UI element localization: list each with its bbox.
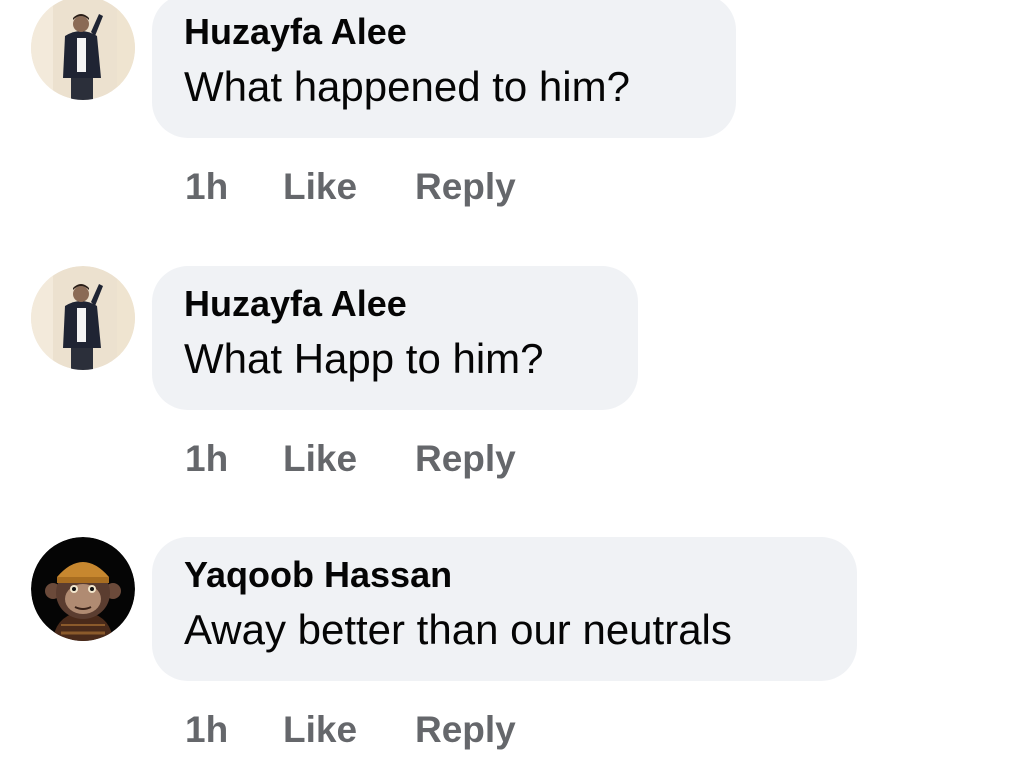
comment-timestamp[interactable]: 1h bbox=[185, 438, 283, 480]
comment-bubble: Yaqoob Hassan Away better than our neutr… bbox=[152, 537, 857, 681]
reply-button[interactable]: Reply bbox=[415, 438, 516, 480]
avatar[interactable] bbox=[31, 266, 135, 370]
reply-button[interactable]: Reply bbox=[415, 709, 516, 751]
comment-text: What Happ to him? bbox=[184, 335, 544, 382]
comment-actions: 1h Like Reply bbox=[185, 707, 516, 753]
avatar[interactable] bbox=[31, 537, 135, 641]
like-button[interactable]: Like bbox=[283, 166, 415, 208]
comment-bubble: Huzayfa Alee What Happ to him? bbox=[152, 266, 638, 410]
comment-author[interactable]: Huzayfa Alee bbox=[184, 10, 704, 54]
profile-photo-man-standing-icon bbox=[31, 266, 135, 370]
comment-bubble: Huzayfa Alee What happened to him? bbox=[152, 0, 736, 138]
comment-author[interactable]: Huzayfa Alee bbox=[184, 282, 606, 326]
comment-author[interactable]: Yaqoob Hassan bbox=[184, 553, 825, 597]
comment-actions: 1h Like Reply bbox=[185, 164, 516, 210]
comment-timestamp[interactable]: 1h bbox=[185, 709, 283, 751]
comment-text: Away better than our neutrals bbox=[184, 606, 732, 653]
profile-photo-ape-nft-icon bbox=[31, 537, 135, 641]
comment-timestamp[interactable]: 1h bbox=[185, 166, 283, 208]
like-button[interactable]: Like bbox=[283, 709, 415, 751]
comment-text: What happened to him? bbox=[184, 63, 630, 110]
avatar[interactable] bbox=[31, 0, 135, 100]
like-button[interactable]: Like bbox=[283, 438, 415, 480]
comment-actions: 1h Like Reply bbox=[185, 436, 516, 482]
reply-button[interactable]: Reply bbox=[415, 166, 516, 208]
profile-photo-man-standing-icon bbox=[31, 0, 135, 100]
